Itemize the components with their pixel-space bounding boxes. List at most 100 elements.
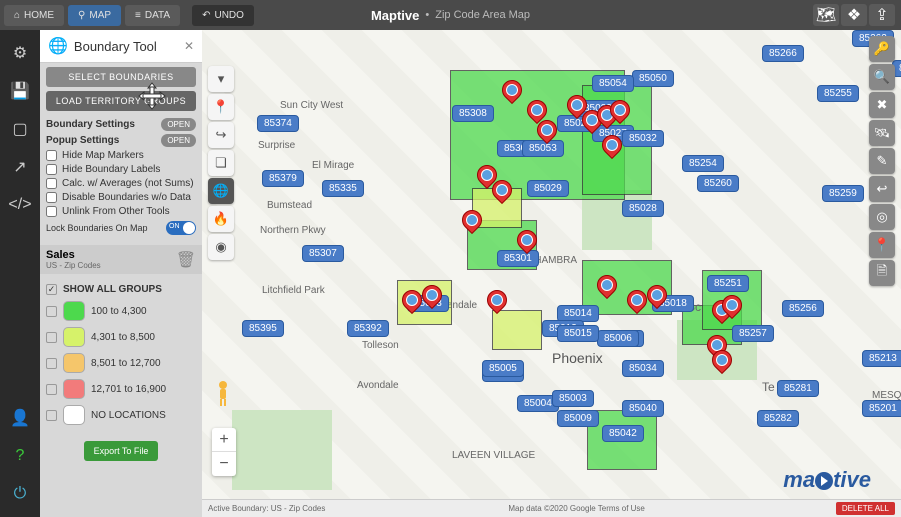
zip-label[interactable]: 85213	[862, 350, 901, 367]
delete-all-button[interactable]: DELETE ALL	[836, 502, 895, 515]
route-tool-icon[interactable]: ↪	[208, 122, 234, 148]
search-icon[interactable]: 🔍	[869, 64, 895, 90]
layers-icon[interactable]: ❖	[841, 4, 867, 26]
zip-label[interactable]: 85028	[622, 200, 664, 217]
lock-boundaries-toggle[interactable]: ON	[166, 221, 196, 235]
map-style-icon[interactable]: 🗺	[813, 4, 839, 26]
map-marker[interactable]	[422, 285, 440, 311]
zip-label[interactable]: 85259	[822, 185, 864, 202]
export-icon[interactable]: ↗	[5, 152, 35, 182]
heatmap-tool-icon[interactable]: 🔥	[208, 206, 234, 232]
zip-label[interactable]: 85050	[632, 70, 674, 87]
zip-label[interactable]: 85266	[762, 45, 804, 62]
unlink-check[interactable]: Unlink From Other Tools	[46, 206, 196, 217]
hide-markers-check[interactable]: Hide Map Markers	[46, 150, 196, 161]
key-icon[interactable]: 🔑	[869, 36, 895, 62]
map-marker[interactable]	[517, 230, 535, 256]
disable-wo-data-check[interactable]: Disable Boundaries w/o Data	[46, 192, 196, 203]
home-button[interactable]: ⌂HOME	[4, 5, 64, 26]
trash-icon[interactable]: 🗑	[176, 250, 196, 270]
zip-label[interactable]: 85032	[622, 130, 664, 147]
user-icon[interactable]: 👤	[5, 403, 35, 433]
save-icon[interactable]: 💾	[5, 76, 35, 106]
location-icon[interactable]: 📍	[869, 232, 895, 258]
popup-settings-open[interactable]: OPEN	[161, 134, 196, 147]
print-icon[interactable]: 🗎	[869, 260, 895, 286]
draw-icon[interactable]: ✎	[869, 148, 895, 174]
help-icon[interactable]: ?	[5, 441, 35, 471]
legend-item-3[interactable]: 12,701 to 16,900	[46, 379, 196, 399]
map-marker[interactable]	[402, 290, 420, 316]
power-icon[interactable]: ⏻	[5, 479, 35, 509]
hide-labels-check[interactable]: Hide Boundary Labels	[46, 164, 196, 175]
zip-label[interactable]: 85255	[817, 85, 859, 102]
demographics-tool-icon[interactable]: ◉	[208, 234, 234, 260]
boundary-tool-icon[interactable]: 🌐	[208, 178, 234, 204]
calc-avg-check[interactable]: Calc. w/ Averages (not Sums)	[46, 178, 196, 189]
zip-label[interactable]: 85005	[482, 360, 524, 377]
directions-icon[interactable]: ↩	[869, 176, 895, 202]
map-marker[interactable]	[492, 180, 510, 206]
gear-icon[interactable]: ⚙	[5, 38, 35, 68]
zoom-in-button[interactable]: +	[212, 428, 236, 452]
lasso-tool-icon[interactable]: ❏	[208, 150, 234, 176]
zip-label[interactable]: 85029	[527, 180, 569, 197]
share-icon[interactable]: ⇪	[869, 4, 895, 26]
map-marker[interactable]	[712, 350, 730, 376]
zip-label[interactable]: 85006	[597, 330, 639, 347]
radius-icon[interactable]: ◎	[869, 204, 895, 230]
data-button[interactable]: ≡DATA	[125, 5, 180, 26]
map-marker[interactable]	[610, 100, 628, 126]
zip-label[interactable]: 85015	[557, 325, 599, 342]
zip-label[interactable]: 85379	[262, 170, 304, 187]
zip-label[interactable]: 85260	[697, 175, 739, 192]
map-marker[interactable]	[462, 210, 480, 236]
show-all-groups[interactable]: SHOW ALL GROUPS	[46, 284, 196, 295]
zip-label[interactable]: 85054	[592, 75, 634, 92]
zip-label[interactable]: 85009	[557, 410, 599, 427]
satellite-icon[interactable]: 🛰	[869, 120, 895, 146]
zip-label[interactable]: 85034	[622, 360, 664, 377]
map-marker[interactable]	[487, 290, 505, 316]
zip-label[interactable]: 85307	[302, 245, 344, 262]
map-marker[interactable]	[537, 120, 555, 146]
load-territory-button[interactable]: LOAD TERRITORY GROUPS	[46, 91, 196, 111]
boundary-settings-open[interactable]: OPEN	[161, 118, 196, 131]
legend-item-1[interactable]: 4,301 to 8,500	[46, 327, 196, 347]
zip-label[interactable]: 85251	[707, 275, 749, 292]
zip-label[interactable]: 85257	[732, 325, 774, 342]
zip-label[interactable]: 85003	[552, 390, 594, 407]
code-icon[interactable]: </>	[5, 190, 35, 220]
legend-item-4[interactable]: NO LOCATIONS	[46, 405, 196, 425]
map-marker[interactable]	[627, 290, 645, 316]
export-to-file-button[interactable]: Export To File	[84, 441, 159, 461]
select-boundaries-button[interactable]: SELECT BOUNDARIES	[46, 67, 196, 87]
zoom-out-button[interactable]: −	[212, 452, 236, 476]
map-canvas[interactable]: Phoenix Surprise Sun City West El Mirage…	[202, 30, 901, 517]
pegman-icon[interactable]	[212, 380, 234, 408]
map-marker[interactable]	[597, 275, 615, 301]
legend-item-0[interactable]: 100 to 4,300	[46, 301, 196, 321]
map-marker[interactable]	[647, 285, 665, 311]
undo-button[interactable]: ↶UNDO	[192, 5, 254, 26]
zip-label[interactable]: 85282	[757, 410, 799, 427]
zip-label[interactable]: 85395	[242, 320, 284, 337]
zip-label[interactable]: 85040	[622, 400, 664, 417]
map-button[interactable]: ⚲MAP	[68, 5, 121, 26]
map-marker[interactable]	[602, 135, 620, 161]
zip-label[interactable]: 85281	[777, 380, 819, 397]
zip-label[interactable]: 85308	[452, 105, 494, 122]
zip-label[interactable]: 85374	[257, 115, 299, 132]
present-icon[interactable]: ▢	[5, 114, 35, 144]
close-icon[interactable]: ✕	[184, 39, 194, 53]
zip-label[interactable]: 85256	[782, 300, 824, 317]
zip-label[interactable]: 85254	[682, 155, 724, 172]
zip-label[interactable]: 85335	[322, 180, 364, 197]
zip-label[interactable]: 85042	[602, 425, 644, 442]
zip-label[interactable]: 85201	[862, 400, 901, 417]
map-marker[interactable]	[722, 295, 740, 321]
zip-label[interactable]: 85392	[347, 320, 389, 337]
recenter-icon[interactable]: ✖	[869, 92, 895, 118]
marker-tool-icon[interactable]: 📍	[208, 94, 234, 120]
map-marker[interactable]	[502, 80, 520, 106]
